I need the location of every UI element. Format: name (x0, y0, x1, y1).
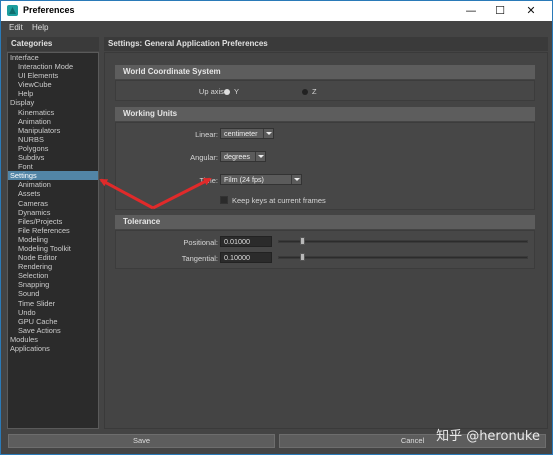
up-axis-z-radio[interactable] (302, 89, 308, 95)
positional-slider-handle[interactable] (300, 237, 305, 245)
angular-label: Angular: (190, 153, 218, 162)
tolerance-body: Positional: 0.01000 Tangential: 0.10000 (115, 230, 535, 269)
category-item-animation[interactable]: Animation (8, 117, 98, 126)
settings-header: Settings: General Application Preference… (104, 37, 548, 51)
maya-app-icon (7, 5, 18, 16)
save-button[interactable]: Save (8, 434, 275, 448)
category-item-help[interactable]: Help (8, 89, 98, 98)
watermark: 知乎 @heronuke (436, 429, 540, 444)
category-item-modules[interactable]: Modules (8, 335, 98, 344)
menu-help[interactable]: Help (32, 23, 48, 32)
linear-label: Linear: (195, 130, 218, 139)
angular-dropdown[interactable]: degrees (220, 151, 266, 162)
category-item-dynamics[interactable]: Dynamics (8, 208, 98, 217)
time-label: Time: (199, 176, 218, 185)
category-item-modeling-toolkit[interactable]: Modeling Toolkit (8, 244, 98, 253)
linear-dropdown[interactable]: centimeter (220, 128, 274, 139)
settings-panel: World Coordinate System Up axis: Y Z Wor… (104, 52, 548, 429)
category-item-cameras[interactable]: Cameras (8, 199, 98, 208)
title-bar[interactable]: Preferences — ☐ ✕ (1, 1, 552, 21)
up-axis-y-label: Y (234, 87, 240, 96)
categories-header: Categories (7, 37, 99, 51)
category-item-sound[interactable]: Sound (8, 289, 98, 298)
up-axis-z-label: Z (312, 87, 317, 96)
section-working-units[interactable]: Working Units (115, 107, 535, 121)
chevron-down-icon (291, 175, 301, 184)
category-item-file-references[interactable]: File References (8, 226, 98, 235)
category-item-save-actions[interactable]: Save Actions (8, 326, 98, 335)
category-item-settings[interactable]: Settings (8, 171, 98, 181)
tangential-label: Tangential: (181, 254, 218, 263)
section-world-coordinate-system[interactable]: World Coordinate System (115, 65, 535, 79)
category-item-polygons[interactable]: Polygons (8, 144, 98, 153)
chevron-down-icon (255, 152, 265, 161)
category-item-ui-elements[interactable]: UI Elements (8, 71, 98, 80)
category-item-gpu-cache[interactable]: GPU Cache (8, 317, 98, 326)
category-item-interaction-mode[interactable]: Interaction Mode (8, 62, 98, 71)
category-item-kinematics[interactable]: Kinematics (8, 108, 98, 117)
time-value: Film (24 fps) (224, 175, 264, 184)
category-item-rendering[interactable]: Rendering (8, 262, 98, 271)
category-item-viewcube[interactable]: ViewCube (8, 80, 98, 89)
category-item-interface[interactable]: Interface (8, 53, 98, 62)
category-item-modeling[interactable]: Modeling (8, 235, 98, 244)
category-item-applications[interactable]: Applications (8, 344, 98, 353)
close-icon[interactable]: ✕ (516, 3, 546, 19)
category-item-animation[interactable]: Animation (8, 180, 98, 189)
up-axis-label: Up axis: (198, 87, 226, 96)
menu-edit[interactable]: Edit (9, 23, 23, 32)
chevron-down-icon (263, 129, 273, 138)
category-item-snapping[interactable]: Snapping (8, 280, 98, 289)
positional-label: Positional: (183, 238, 218, 247)
category-item-selection[interactable]: Selection (8, 271, 98, 280)
window-title: Preferences (23, 5, 75, 15)
angular-value: degrees (224, 152, 250, 161)
linear-value: centimeter (224, 129, 258, 138)
category-item-time-slider[interactable]: Time Slider (8, 299, 98, 308)
working-units-body: Linear: centimeter Angular: degrees Time… (115, 122, 535, 210)
category-item-nurbs[interactable]: NURBS (8, 135, 98, 144)
category-item-manipulators[interactable]: Manipulators (8, 126, 98, 135)
category-item-display[interactable]: Display (8, 98, 98, 107)
positional-field[interactable]: 0.01000 (220, 236, 272, 247)
section-tolerance[interactable]: Tolerance (115, 215, 535, 229)
keep-keys-label: Keep keys at current frames (232, 196, 326, 205)
positional-slider-track[interactable] (278, 240, 528, 243)
category-item-node-editor[interactable]: Node Editor (8, 253, 98, 262)
time-dropdown[interactable]: Film (24 fps) (220, 174, 302, 185)
tangential-slider-track[interactable] (278, 256, 528, 259)
category-item-font[interactable]: Font (8, 162, 98, 171)
preferences-window: Preferences — ☐ ✕ Edit Help Categories I… (0, 0, 553, 455)
category-item-subdivs[interactable]: Subdivs (8, 153, 98, 162)
up-axis-y-radio[interactable] (224, 89, 230, 95)
minimize-icon[interactable]: — (456, 3, 486, 19)
category-item-files-projects[interactable]: Files/Projects (8, 217, 98, 226)
categories-list[interactable]: Interface Interaction Mode UI Elements View… (7, 52, 99, 429)
tangential-slider-handle[interactable] (300, 253, 305, 261)
keep-keys-checkbox[interactable] (220, 196, 228, 204)
tangential-field[interactable]: 0.10000 (220, 252, 272, 263)
category-item-assets[interactable]: Assets (8, 189, 98, 198)
category-item-undo[interactable]: Undo (8, 308, 98, 317)
maximize-icon[interactable]: ☐ (485, 3, 515, 19)
world-coordinate-body: Up axis: Y Z (115, 80, 535, 101)
menu-bar: Edit Help (1, 21, 552, 35)
